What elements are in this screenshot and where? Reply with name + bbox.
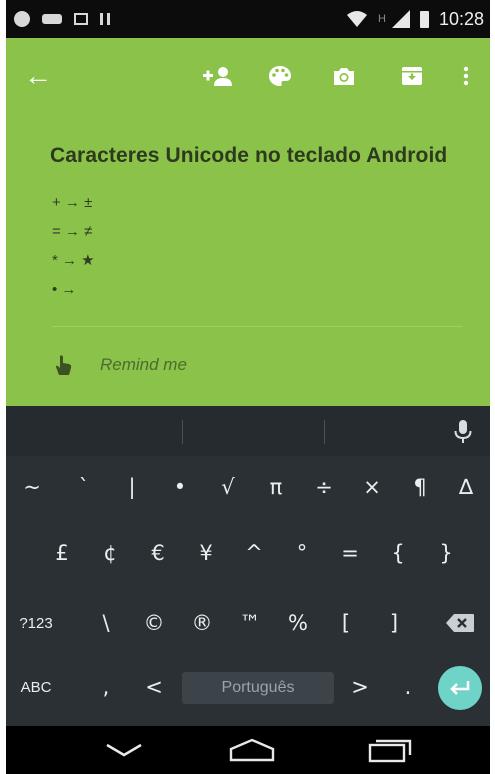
suggestion-strip	[6, 406, 490, 456]
note-line: + → ±	[52, 194, 93, 211]
remind-me-label: Remind me	[100, 355, 187, 374]
key-copyright[interactable]: ©	[134, 596, 174, 650]
note-editor: ← Caracteres Unicode no teclado Android …	[6, 38, 490, 406]
space-bar[interactable]: Português	[182, 672, 334, 704]
key-cent[interactable]: ¢	[90, 526, 130, 580]
back-chevron-icon[interactable]	[94, 734, 154, 766]
key-percent[interactable]: %	[278, 596, 318, 650]
note-line: = → ≠	[52, 223, 93, 240]
status-bar: H 10:28	[6, 0, 490, 38]
key-caret[interactable]: ^	[234, 526, 274, 580]
key-sqrt[interactable]: √	[208, 460, 248, 514]
key-equals[interactable]: =	[330, 526, 370, 580]
app-notification-icon	[14, 11, 30, 27]
mic-icon[interactable]	[452, 418, 474, 446]
key-euro[interactable]: €	[138, 526, 178, 580]
home-icon[interactable]	[222, 734, 282, 766]
clock: 10:28	[438, 8, 484, 29]
battery-icon	[419, 10, 429, 28]
keyboard: ~ ` | • √ π ÷ × ¶ ∆ £ ¢ € ¥ ^ ° = { } ?1…	[6, 406, 490, 726]
remind-me-button[interactable]: Remind me	[54, 354, 187, 376]
back-arrow-icon[interactable]: ←	[22, 60, 54, 92]
key-pipe[interactable]: |	[112, 460, 152, 514]
add-person-icon[interactable]	[202, 60, 234, 92]
pause-notification-icon	[100, 13, 110, 25]
key-trademark[interactable]: ™	[230, 596, 270, 650]
navigation-bar	[6, 726, 490, 774]
enter-icon	[450, 681, 470, 695]
key-delta[interactable]: ∆	[446, 460, 486, 514]
divider	[52, 326, 462, 327]
note-body[interactable]: + → ± = → ≠ * → ★ • →	[52, 188, 95, 304]
key-backtick[interactable]: `	[64, 460, 104, 514]
key-left-brace[interactable]: {	[378, 526, 418, 580]
key-right-bracket[interactable]: ]	[374, 596, 414, 650]
backspace-key[interactable]	[438, 596, 482, 650]
system-status: H 10:28	[346, 0, 484, 38]
key-divide[interactable]: ÷	[304, 460, 344, 514]
screenshot-notification-icon	[74, 13, 88, 25]
notification-icons	[14, 0, 110, 38]
phone-screen: H 10:28 ← Caracteres Unicode no teclado …	[6, 0, 490, 774]
message-notification-icon	[42, 14, 62, 24]
backspace-icon	[446, 614, 474, 632]
recents-icon[interactable]	[360, 734, 420, 766]
key-numbers-switch[interactable]: ?123	[10, 596, 62, 650]
key-left-bracket[interactable]: [	[326, 596, 366, 650]
enter-key[interactable]	[438, 666, 482, 710]
key-period[interactable]: .	[388, 660, 428, 714]
note-title[interactable]: Caracteres Unicode no teclado Android	[50, 144, 447, 168]
key-abc-switch[interactable]: ABC	[10, 660, 62, 714]
key-pound[interactable]: £	[42, 526, 82, 580]
key-right-brace[interactable]: }	[426, 526, 466, 580]
key-less-than[interactable]: <	[134, 660, 174, 714]
more-vert-icon[interactable]	[450, 60, 482, 92]
suggestion-divider	[324, 420, 325, 444]
note-line: • →	[52, 281, 77, 298]
signal-icon	[391, 10, 410, 28]
key-tilde[interactable]: ~	[12, 460, 52, 514]
reminder-hand-icon	[56, 355, 72, 375]
key-comma[interactable]: ,	[86, 660, 126, 714]
network-type-label: H	[378, 13, 386, 25]
key-degree[interactable]: °	[282, 526, 322, 580]
key-yen[interactable]: ¥	[186, 526, 226, 580]
palette-icon[interactable]	[264, 60, 296, 92]
wifi-icon	[347, 11, 367, 27]
key-registered[interactable]: ®	[182, 596, 222, 650]
key-backslash[interactable]: \	[86, 596, 126, 650]
suggestion-divider	[182, 420, 183, 444]
archive-icon[interactable]	[396, 60, 428, 92]
camera-icon[interactable]	[328, 60, 360, 92]
key-multiply[interactable]: ×	[352, 460, 392, 514]
key-pi[interactable]: π	[256, 460, 296, 514]
key-bullet[interactable]: •	[160, 460, 200, 514]
key-pilcrow[interactable]: ¶	[400, 460, 440, 514]
key-greater-than[interactable]: >	[340, 660, 380, 714]
note-line: * → ★	[52, 252, 95, 269]
